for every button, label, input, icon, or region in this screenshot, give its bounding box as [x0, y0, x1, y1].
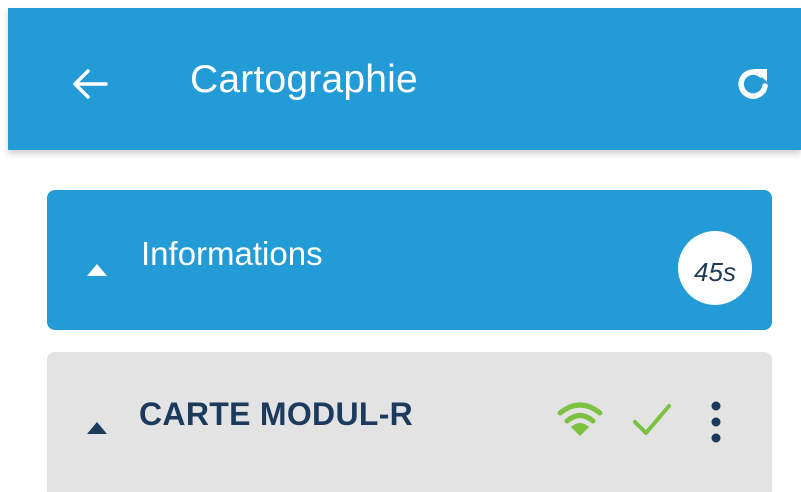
check-icon: [633, 404, 671, 435]
arrow-left-icon: [73, 69, 108, 99]
module-title: CARTE MODUL-R: [139, 396, 414, 432]
caret-up-icon: [87, 422, 107, 434]
informations-section-header[interactable]: Informations 45s: [47, 190, 772, 330]
module-section-header[interactable]: CARTE MODUL-R: [47, 352, 772, 492]
timer-badge: 45s: [678, 231, 752, 305]
back-button[interactable]: [66, 60, 114, 108]
more-options-button[interactable]: [702, 396, 730, 448]
more-vertical-icon: [711, 401, 721, 443]
informations-title: Informations: [141, 235, 323, 272]
page-title: Cartographie: [190, 58, 418, 101]
timer-value: 45s: [694, 256, 736, 287]
wifi-icon: [557, 402, 603, 436]
app-header: Cartographie: [8, 8, 801, 150]
refresh-button[interactable]: [730, 60, 778, 108]
refresh-icon: [738, 69, 768, 99]
caret-up-icon: [87, 264, 107, 276]
